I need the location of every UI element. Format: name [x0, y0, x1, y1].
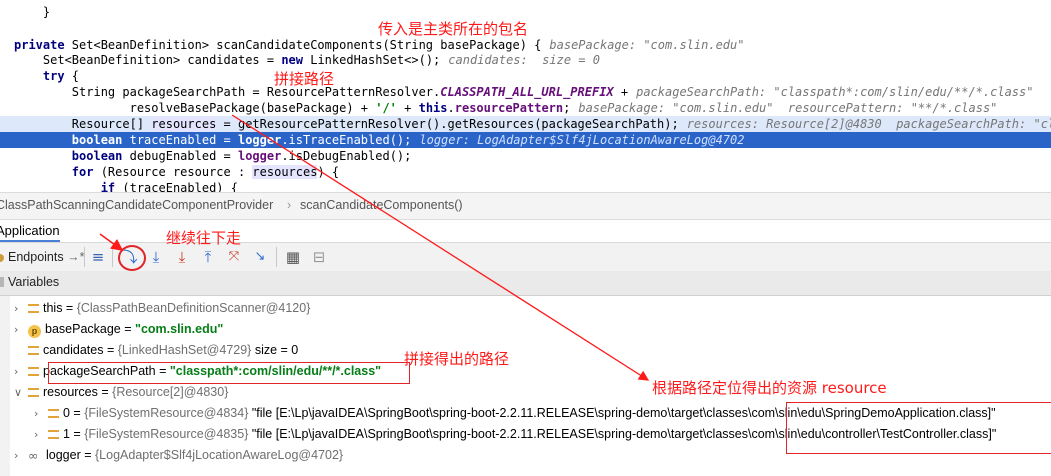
annotation-arrows	[99, 114, 650, 381]
arrow-resource	[231, 114, 650, 381]
arrow-step-over	[99, 233, 124, 251]
